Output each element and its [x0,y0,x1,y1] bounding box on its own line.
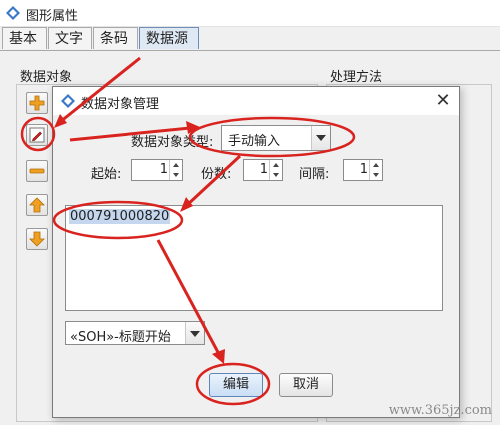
dialog-title: 数据对象管理 [81,97,160,112]
start-value: 1 [159,162,168,177]
copies-label: 份数: [201,167,232,182]
data-type-label: 数据对象类型: [131,135,214,150]
chevron-down-icon[interactable] [185,322,204,344]
dialog-titlebar: 数据对象管理 ✕ [53,87,459,115]
tab-barcode[interactable]: 条码 [93,27,138,49]
edit-button-side[interactable] [26,124,48,146]
cancel-button[interactable]: 取消 [279,373,333,397]
window-titlebar: 图形属性 [0,0,500,27]
spinner-arrows[interactable] [369,160,382,180]
control-char-value: «SOH»-标题开始 [70,330,171,345]
tab-divider [0,50,500,51]
move-down-button[interactable] [26,228,48,250]
watermark: www.365jz.com [388,403,492,418]
process-method-group-label: 处理方法 [330,70,383,85]
tab-text[interactable]: 文字 [48,27,92,49]
spinner-arrows[interactable] [169,160,182,180]
data-type-value: 手动输入 [228,134,281,149]
control-char-select[interactable]: «SOH»-标题开始 [65,321,205,345]
tab-bar: 基本 文字 条码 数据源 [0,27,500,51]
start-spinner[interactable]: 1 [131,159,183,181]
add-button[interactable] [26,92,48,114]
remove-button[interactable] [26,160,48,182]
interval-spinner[interactable]: 1 [343,159,383,181]
app-icon [6,6,20,20]
tab-basic[interactable]: 基本 [2,27,47,49]
chevron-down-icon[interactable] [311,126,330,150]
move-up-button[interactable] [26,194,48,216]
copies-spinner[interactable]: 1 [243,159,283,181]
data-text-selected: 000791000820 [69,209,171,224]
interval-label: 间隔: [299,167,330,182]
spinner-arrows[interactable] [269,160,282,180]
window-title: 图形属性 [26,9,79,24]
edit-button[interactable]: 编辑 [209,373,263,397]
data-object-group-label: 数据对象 [20,70,73,85]
start-label: 起始: [91,167,122,182]
close-icon[interactable]: ✕ [433,91,453,111]
data-textarea[interactable]: 000791000820 [65,205,443,311]
data-object-dialog: 数据对象管理 ✕ 数据对象类型: 手动输入 起始: 1 份数: 1 间隔: 1 … [52,86,460,418]
data-type-select[interactable]: 手动输入 [221,125,331,151]
tab-data-source[interactable]: 数据源 [139,27,199,49]
interval-value: 1 [359,162,368,177]
dialog-app-icon [61,94,75,108]
copies-value: 1 [259,162,268,177]
